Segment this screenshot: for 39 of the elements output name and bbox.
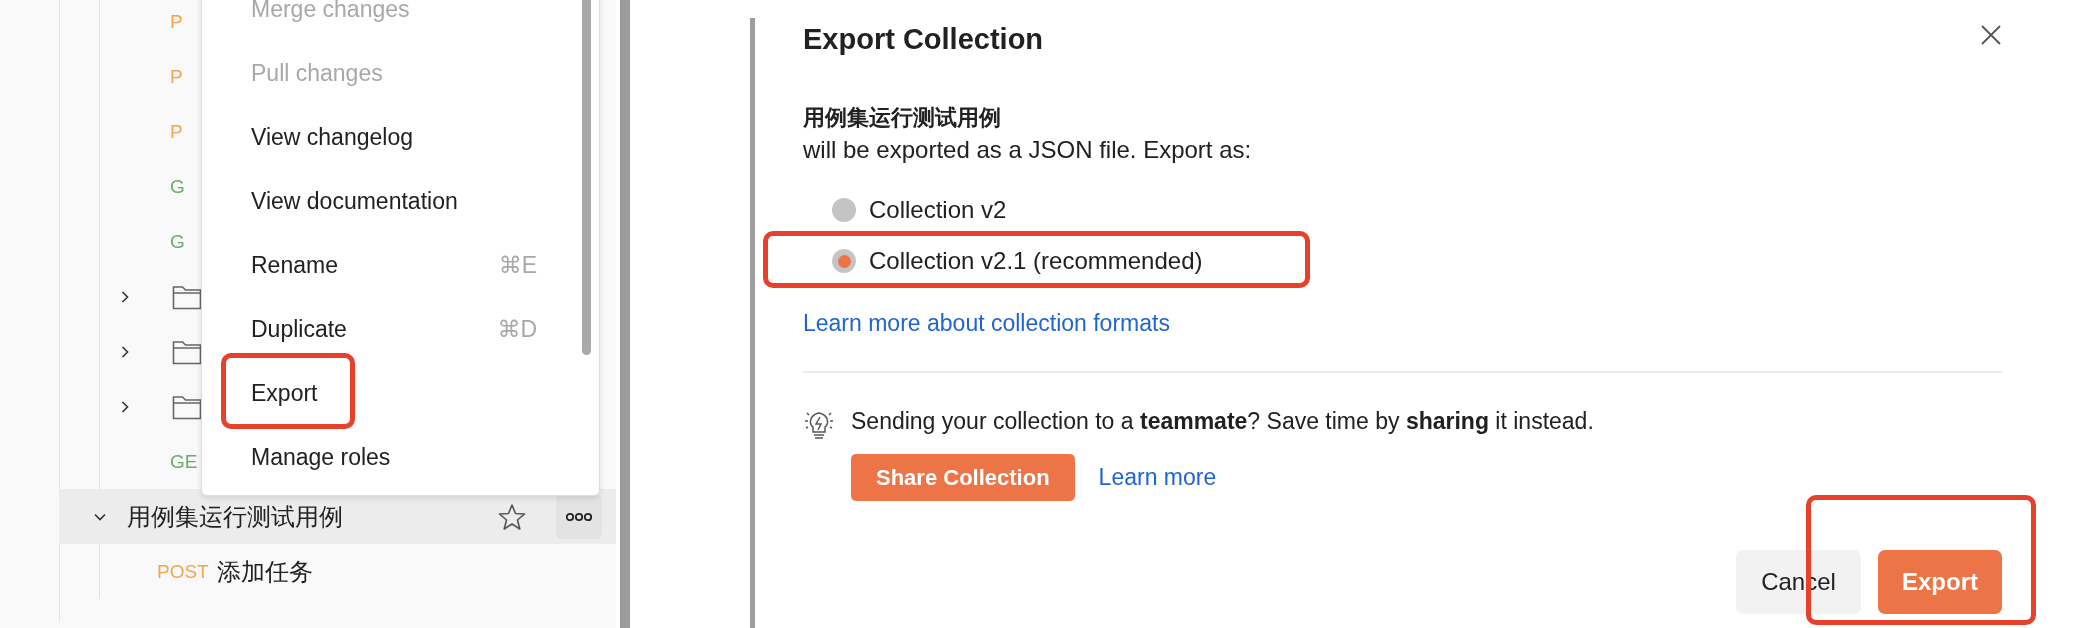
tip-text: Sending your collection to a teammate? Save time by sharing it instead. — [851, 407, 1594, 436]
menu-item[interactable]: Export — [202, 361, 599, 425]
method-label: G — [170, 175, 185, 198]
more-button[interactable] — [556, 494, 602, 539]
menu-item[interactable]: Manage roles — [202, 425, 599, 489]
method-label: POST — [157, 560, 209, 583]
radio-label[interactable]: Collection v2 — [869, 196, 1007, 224]
scrollbar[interactable] — [620, 0, 630, 628]
radio-button[interactable] — [832, 249, 856, 273]
shortcut-label: ⌘E — [498, 251, 537, 279]
dialog-title: Export Collection — [803, 22, 1044, 57]
menu-item[interactable]: Duplicate ⌘D — [202, 297, 599, 361]
folder-icon — [172, 338, 202, 365]
folder-icon — [172, 393, 202, 420]
request-name: 添加任务 — [216, 556, 313, 587]
menu-item[interactable]: View documentation — [202, 169, 599, 233]
more-icon — [566, 511, 592, 522]
collection-name: 用例集运行测试用例 — [803, 104, 1001, 132]
shortcut-label: ⌘D — [497, 315, 537, 343]
method-label: GE — [170, 450, 198, 473]
menu-item[interactable]: View changelog — [202, 105, 599, 169]
learn-more-link[interactable]: Learn more — [1098, 464, 1217, 491]
collection-row[interactable]: 用例集运行测试用例 — [59, 489, 616, 544]
close-icon[interactable] — [1980, 24, 2002, 46]
description-text: will be exported as a JSON file. Export as: — [803, 135, 1253, 165]
scrollbar[interactable] — [750, 18, 755, 628]
folder-icon — [172, 283, 202, 310]
radio-button[interactable] — [832, 198, 856, 222]
formats-link[interactable]: Learn more about collection formats — [803, 307, 1170, 339]
request-row[interactable]: POST 添加任务 — [99, 544, 616, 599]
method-label: P — [170, 10, 183, 33]
scrollbar[interactable] — [582, 0, 591, 355]
menu-item[interactable]: Rename ⌘E — [202, 233, 599, 297]
method-label: G — [170, 230, 185, 253]
collection-name: 用例集运行测试用例 — [127, 501, 344, 532]
method-label: P — [170, 65, 183, 88]
radio-label[interactable]: Collection v2.1 (recommended) — [869, 247, 1203, 275]
method-label: P — [170, 120, 183, 143]
star-icon[interactable] — [498, 502, 526, 531]
